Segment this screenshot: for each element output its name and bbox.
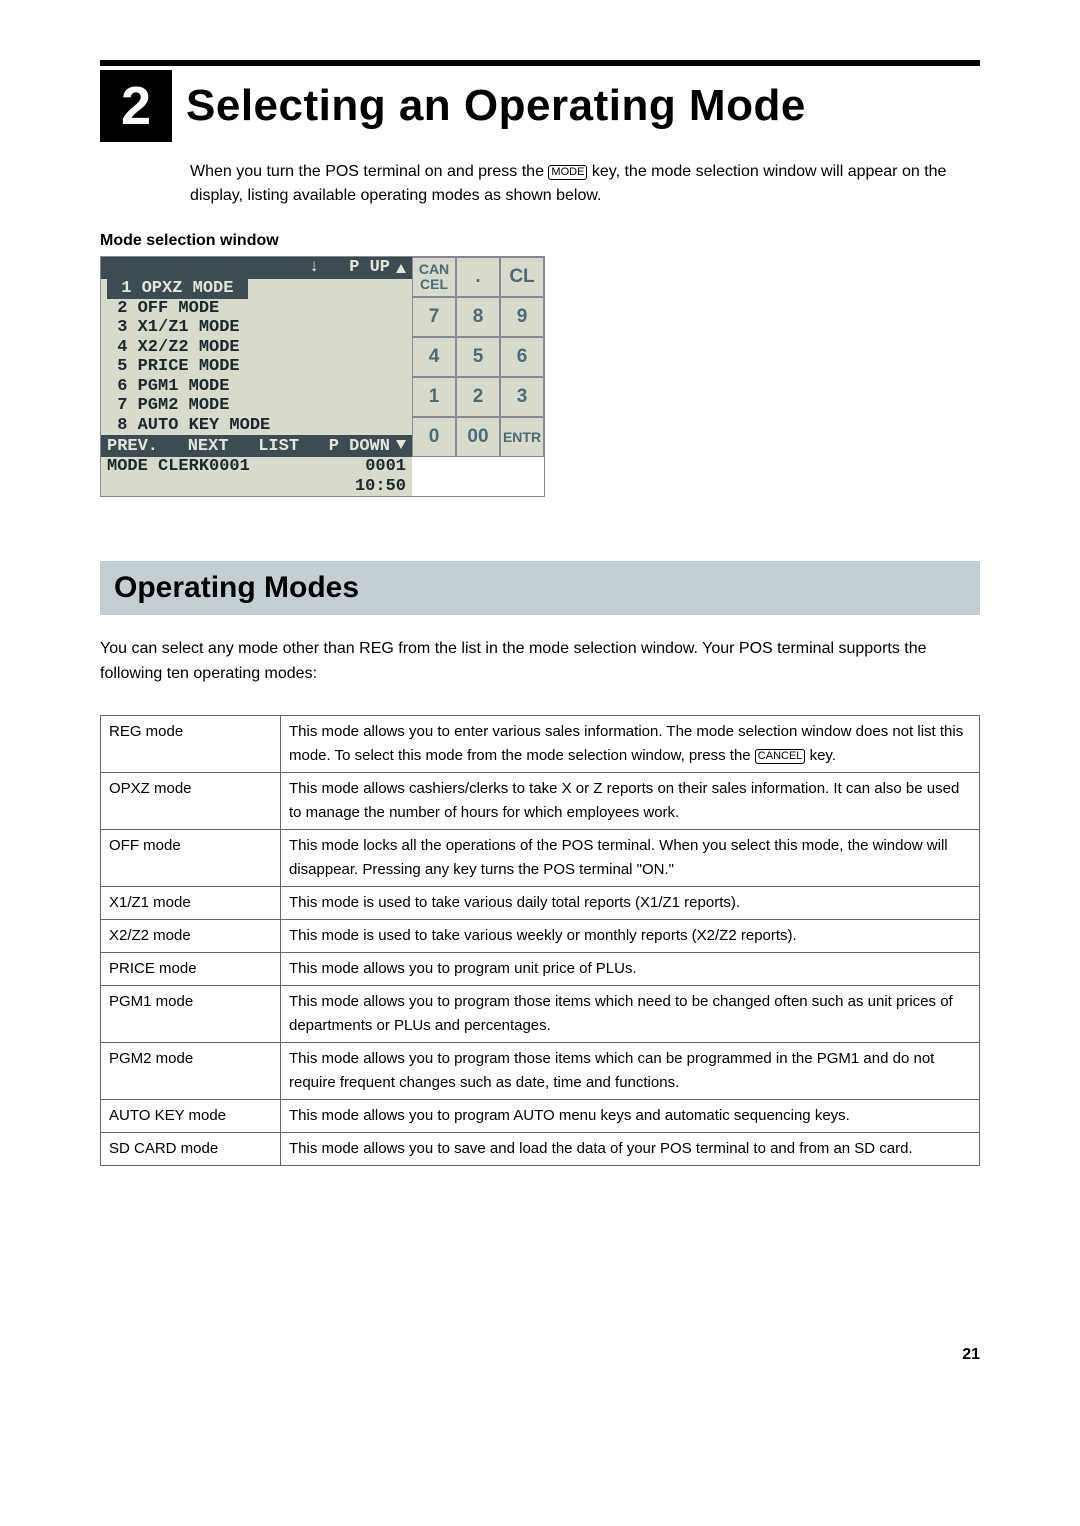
lcd-next[interactable]: NEXT xyxy=(188,437,229,457)
mode-desc: This mode allows you to program AUTO men… xyxy=(281,1100,980,1133)
mode-name: X2/Z2 mode xyxy=(101,920,281,953)
key-8[interactable]: 8 xyxy=(456,297,500,337)
section-title: Operating Modes xyxy=(100,561,980,615)
arrow-down-icon: ↓ xyxy=(309,258,319,278)
triangle-up-icon xyxy=(396,264,406,273)
table-row: OFF modeThis mode locks all the operatio… xyxy=(101,830,980,887)
mode-name: PGM1 mode xyxy=(101,986,281,1043)
lcd-header: ↓ P UP xyxy=(101,257,412,279)
mode-desc: This mode locks all the operations of th… xyxy=(281,830,980,887)
chapter-heading: 2 Selecting an Operating Mode xyxy=(100,60,980,142)
mode-name: X1/Z1 mode xyxy=(101,887,281,920)
lcd-item[interactable]: 5 PRICE MODE xyxy=(101,357,412,377)
key-dot[interactable]: . xyxy=(456,257,500,297)
mode-desc: This mode allows you to program those it… xyxy=(281,986,980,1043)
key-7[interactable]: 7 xyxy=(412,297,456,337)
key-cancel[interactable]: CAN CEL xyxy=(412,257,456,297)
chapter-title: Selecting an Operating Mode xyxy=(186,81,806,131)
keypad: CAN CEL . CL 7 8 9 4 5 6 1 2 3 0 00 ENTR xyxy=(412,257,544,496)
section-intro: You can select any mode other than REG f… xyxy=(100,637,980,687)
key-9[interactable]: 9 xyxy=(500,297,544,337)
key-4[interactable]: 4 xyxy=(412,337,456,377)
key-entr[interactable]: ENTR xyxy=(500,417,544,457)
mode-desc: This mode allows you to program those it… xyxy=(281,1043,980,1100)
table-row: X2/Z2 modeThis mode is used to take vari… xyxy=(101,920,980,953)
lcd-item[interactable]: 3 X1/Z1 MODE xyxy=(101,318,412,338)
lcd-item[interactable]: 6 PGM1 MODE xyxy=(101,377,412,397)
key-6[interactable]: 6 xyxy=(500,337,544,377)
lcd-status-left: MODE CLERK0001 xyxy=(107,457,250,477)
table-row: OPXZ modeThis mode allows cashiers/clerk… xyxy=(101,773,980,830)
key-1[interactable]: 1 xyxy=(412,377,456,417)
mode-name: AUTO KEY mode xyxy=(101,1100,281,1133)
lcd-item[interactable]: 7 PGM2 MODE xyxy=(101,396,412,416)
key-3[interactable]: 3 xyxy=(500,377,544,417)
lcd-item[interactable]: 2 OFF MODE xyxy=(101,299,412,319)
key-cl[interactable]: CL xyxy=(500,257,544,297)
mode-desc: This mode allows cashiers/clerks to take… xyxy=(281,773,980,830)
mode-desc: This mode allows you to program unit pri… xyxy=(281,953,980,986)
lcd-status: MODE CLERK0001 0001 xyxy=(101,457,412,477)
mode-key-icon: MODE xyxy=(548,165,587,180)
mode-selection-subhead: Mode selection window xyxy=(100,232,980,250)
pos-screen: ↓ P UP 1 OPXZ MODE 2 OFF MODE 3 X1/Z1 MO… xyxy=(100,256,545,497)
lcd-status-right: 0001 xyxy=(365,457,406,477)
mode-desc: This mode is used to take various weekly… xyxy=(281,920,980,953)
table-row: REG mode This mode allows you to enter v… xyxy=(101,716,980,773)
key-5[interactable]: 5 xyxy=(456,337,500,377)
page-number: 21 xyxy=(100,1346,980,1364)
mode-name: SD CARD mode xyxy=(101,1133,281,1166)
lcd-panel: ↓ P UP 1 OPXZ MODE 2 OFF MODE 3 X1/Z1 MO… xyxy=(101,257,412,496)
key-2[interactable]: 2 xyxy=(456,377,500,417)
lcd-pdown[interactable]: P DOWN xyxy=(329,437,390,456)
lcd-footer: PREV. NEXT LIST P DOWN xyxy=(101,435,412,457)
mode-name: OFF mode xyxy=(101,830,281,887)
lcd-item[interactable]: 8 AUTO KEY MODE xyxy=(101,416,412,436)
table-row: X1/Z1 modeThis mode is used to take vari… xyxy=(101,887,980,920)
lcd-time: 10:50 xyxy=(101,477,412,497)
lcd-item-selected[interactable]: 1 OPXZ MODE xyxy=(101,279,412,299)
key-00[interactable]: 00 xyxy=(456,417,500,457)
lcd-list[interactable]: LIST xyxy=(258,437,299,457)
intro-paragraph: When you turn the POS terminal on and pr… xyxy=(190,160,980,208)
lcd-pup-label: P UP xyxy=(349,258,390,278)
mode-name: REG mode xyxy=(101,716,281,773)
mode-desc: This mode allows you to enter various sa… xyxy=(281,716,980,773)
mode-desc: This mode is used to take various daily … xyxy=(281,887,980,920)
table-row: PGM1 modeThis mode allows you to program… xyxy=(101,986,980,1043)
intro-text-a: When you turn the POS terminal on and pr… xyxy=(190,163,548,180)
triangle-down-icon xyxy=(396,440,406,449)
mode-name: OPXZ mode xyxy=(101,773,281,830)
table-row: PGM2 modeThis mode allows you to program… xyxy=(101,1043,980,1100)
mode-desc: This mode allows you to save and load th… xyxy=(281,1133,980,1166)
table-row: SD CARD modeThis mode allows you to save… xyxy=(101,1133,980,1166)
key-0[interactable]: 0 xyxy=(412,417,456,457)
cancel-key-icon: CANCEL xyxy=(755,749,806,764)
modes-table: REG mode This mode allows you to enter v… xyxy=(100,715,980,1166)
table-row: PRICE modeThis mode allows you to progra… xyxy=(101,953,980,986)
mode-name: PRICE mode xyxy=(101,953,281,986)
lcd-prev[interactable]: PREV. xyxy=(107,437,158,457)
mode-name: PGM2 mode xyxy=(101,1043,281,1100)
table-row: AUTO KEY modeThis mode allows you to pro… xyxy=(101,1100,980,1133)
lcd-item[interactable]: 4 X2/Z2 MODE xyxy=(101,338,412,358)
chapter-number: 2 xyxy=(100,70,172,142)
